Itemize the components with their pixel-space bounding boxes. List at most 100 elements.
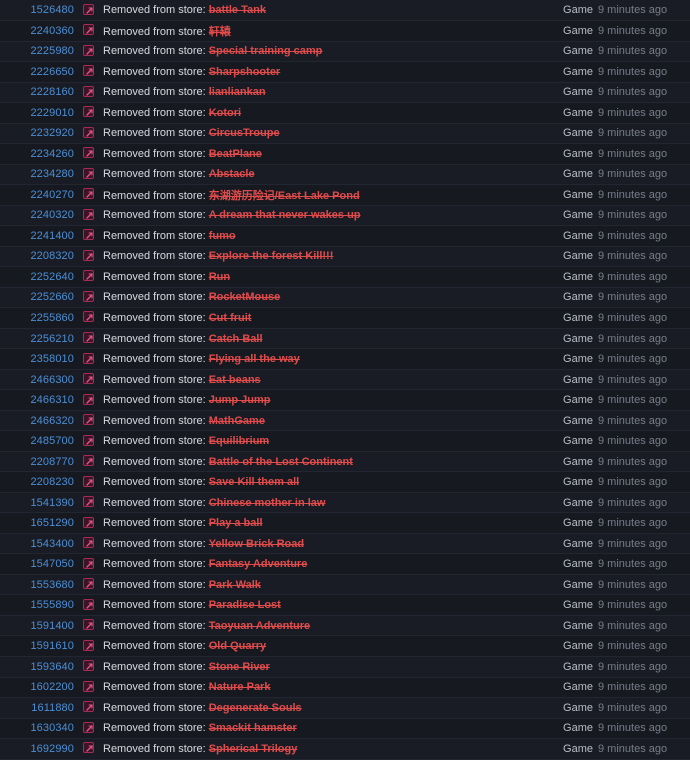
game-name-link[interactable]: Special training camp [209, 45, 323, 57]
appid-link[interactable]: 1553680 [30, 579, 74, 591]
table-row[interactable]: 2225980 Removed from store: Special train… [0, 41, 690, 63]
appid-link[interactable]: 1591400 [30, 620, 74, 632]
appid-link[interactable]: 2240270 [30, 189, 74, 201]
table-row[interactable]: 1692990 Removed from store: Spherical Tri… [0, 738, 690, 760]
external-link-icon[interactable] [82, 516, 94, 528]
table-row[interactable]: 2466310 Removed from store: Jump Jump Gam… [0, 389, 690, 411]
game-name-link[interactable]: Stone River [209, 661, 270, 673]
appid-link[interactable]: 2252640 [30, 271, 74, 283]
table-row[interactable]: 1543400 Removed from store: Yellow Brick … [0, 533, 690, 555]
game-name-link[interactable]: Sharpshooter [209, 66, 281, 78]
external-link-icon[interactable] [82, 24, 94, 36]
external-link-icon[interactable] [82, 434, 94, 446]
appid-link[interactable]: 1526480 [30, 4, 74, 16]
game-name-link[interactable]: Kotori [209, 107, 241, 119]
game-name-link[interactable]: Catch Ball [209, 333, 263, 345]
table-row[interactable]: 2232920 Removed from store: CircusTroupe … [0, 123, 690, 145]
appid-link[interactable]: 1611880 [31, 702, 74, 714]
external-link-icon[interactable] [82, 496, 94, 508]
appid-link[interactable]: 2466310 [30, 394, 74, 406]
appid-link[interactable]: 1651290 [30, 517, 74, 529]
external-link-icon[interactable] [82, 126, 94, 138]
table-row[interactable]: 2208230 Removed from store: Save Kill the… [0, 471, 690, 493]
appid-link[interactable]: 1541390 [30, 497, 74, 509]
table-row[interactable]: 2255860 Removed from store: Cut fruit Gam… [0, 307, 690, 329]
appid-link[interactable]: 2208230 [30, 476, 74, 488]
table-row[interactable]: 2229010 Removed from store: Kotori Game 9… [0, 102, 690, 124]
table-row[interactable]: 1555890 Removed from store: Paradise Lost… [0, 594, 690, 616]
external-link-icon[interactable] [82, 229, 94, 241]
appid-link[interactable]: 2241400 [30, 230, 74, 242]
table-row[interactable]: 1651290 Removed from store: Play a ball G… [0, 512, 690, 534]
table-row[interactable]: 1593640 Removed from store: Stone River G… [0, 656, 690, 678]
external-link-icon[interactable] [82, 290, 94, 302]
appid-link[interactable]: 2229010 [30, 107, 74, 119]
game-name-link[interactable]: Chinese mother in law [209, 497, 326, 509]
game-name-link[interactable]: MathGame [209, 415, 265, 427]
external-link-icon[interactable] [82, 311, 94, 323]
game-name-link[interactable]: Flying all the way [209, 353, 300, 365]
table-row[interactable]: 2234260 Removed from store: BeatPlane Gam… [0, 143, 690, 165]
appid-link[interactable]: 1630340 [30, 722, 74, 734]
game-name-link[interactable]: Spherical Trilogy [209, 743, 298, 755]
game-name-link[interactable]: Abstacle [209, 168, 255, 180]
game-name-link[interactable]: Degenerate Souls [209, 702, 302, 714]
table-row[interactable]: 1553680 Removed from store: Park Walk Gam… [0, 574, 690, 596]
external-link-icon[interactable] [82, 85, 94, 97]
table-row[interactable]: 2252640 Removed from store: Run Game 9 mi… [0, 266, 690, 288]
table-row[interactable]: 2466320 Removed from store: MathGame Game… [0, 410, 690, 432]
external-link-icon[interactable] [82, 373, 94, 385]
appid-link[interactable]: 2252660 [30, 291, 74, 303]
table-row[interactable]: 1611880 Removed from store: Degenerate So… [0, 697, 690, 719]
game-name-link[interactable]: lianliankan [209, 86, 266, 98]
appid-link[interactable]: 2466320 [30, 415, 74, 427]
external-link-icon[interactable] [82, 332, 94, 343]
game-name-link[interactable]: Park Walk [209, 579, 261, 591]
game-name-link[interactable]: Yellow Brick Road [209, 538, 304, 550]
game-name-link[interactable]: 轩辕 [209, 26, 231, 38]
table-row[interactable]: 2252660 Removed from store: RocketMouse G… [0, 287, 690, 309]
game-name-link[interactable]: A dream that never wakes up [209, 209, 361, 221]
game-name-link[interactable]: Paradise Lost [209, 599, 281, 611]
game-name-link[interactable]: Run [209, 271, 230, 283]
game-name-link[interactable]: fumo [209, 230, 236, 242]
external-link-icon[interactable] [82, 455, 94, 467]
game-name-link[interactable]: RocketMouse [209, 291, 281, 303]
external-link-icon[interactable] [82, 44, 94, 56]
appid-link[interactable]: 1692990 [30, 743, 74, 755]
game-name-link[interactable]: Battle of the Lost Continent [209, 456, 353, 468]
appid-link[interactable]: 1555890 [30, 599, 74, 611]
game-name-link[interactable]: Nature Park [209, 681, 271, 693]
table-row[interactable]: 2358010 Removed from store: Flying all th… [0, 348, 690, 370]
game-name-link[interactable]: Fantasy Adventure [209, 558, 308, 570]
appid-link[interactable]: 1547050 [30, 558, 74, 570]
appid-link[interactable]: 2485700 [30, 435, 74, 447]
appid-link[interactable]: 2256210 [30, 333, 74, 345]
external-link-icon[interactable] [82, 680, 94, 692]
external-link-icon[interactable] [82, 721, 94, 733]
table-row[interactable]: 2240360 Removed from store: 轩辕 Game 9 min… [0, 20, 690, 42]
external-link-icon[interactable] [82, 660, 94, 672]
table-row[interactable]: 1547050 Removed from store: Fantasy Adven… [0, 553, 690, 575]
external-link-icon[interactable] [82, 414, 94, 426]
game-name-link[interactable]: Play a ball [209, 517, 263, 529]
external-link-icon[interactable] [82, 106, 94, 118]
game-name-link[interactable]: CircusTroupe [209, 127, 280, 139]
game-name-link[interactable]: 东湖游历险记/East Lake Pond [209, 190, 360, 202]
appid-link[interactable]: 2225980 [30, 45, 74, 57]
external-link-icon[interactable] [82, 393, 94, 405]
appid-link[interactable]: 2234260 [30, 148, 74, 160]
external-link-icon[interactable] [82, 475, 94, 487]
external-link-icon[interactable] [82, 639, 94, 651]
game-name-link[interactable]: Taoyuan Adventure [209, 620, 310, 632]
appid-link[interactable]: 2208770 [30, 456, 74, 468]
external-link-icon[interactable] [82, 598, 94, 610]
external-link-icon[interactable] [82, 167, 94, 179]
external-link-icon[interactable] [82, 147, 94, 159]
external-link-icon[interactable] [82, 619, 94, 631]
external-link-icon[interactable] [82, 249, 94, 261]
game-name-link[interactable]: Explore the forest Kill!!! [209, 250, 334, 262]
external-link-icon[interactable] [82, 208, 94, 220]
appid-link[interactable]: 2466300 [30, 374, 74, 386]
table-row[interactable]: 1591610 Removed from store: Old Quarry Ga… [0, 635, 690, 657]
